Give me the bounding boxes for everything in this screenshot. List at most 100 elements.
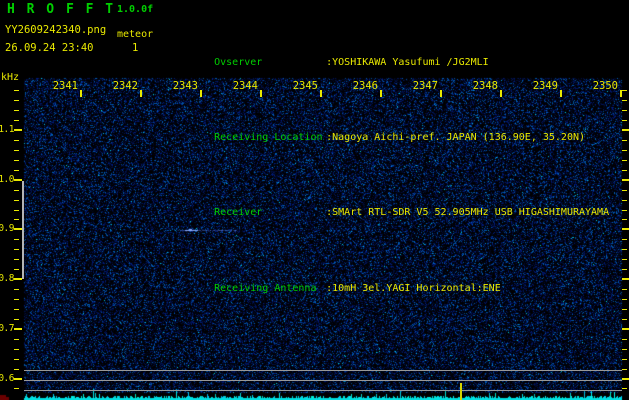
y-minor-tick-right <box>622 269 627 271</box>
x-tick <box>380 90 382 97</box>
y-minor-tick-right <box>622 259 627 261</box>
y-minor-tick-right <box>622 209 627 211</box>
level-reference-line-upper <box>24 370 622 371</box>
station-label: Receiving Location <box>214 132 323 143</box>
y-minor-tick-right <box>622 348 627 350</box>
y-minor-tick-left <box>14 249 19 251</box>
x-tick-label: 2347 <box>412 80 438 92</box>
station-label: Ovserver <box>214 56 263 68</box>
y-minor-tick-right <box>622 219 627 221</box>
y-minor-tick-left <box>14 110 19 112</box>
x-tick <box>140 90 142 97</box>
y-minor-tick-left <box>14 239 19 241</box>
y-major-tick-left <box>14 377 22 380</box>
y-major-tick-left <box>14 129 22 131</box>
x-tick <box>80 90 82 97</box>
y-minor-tick-right <box>622 249 627 251</box>
y-minor-tick-right <box>622 388 627 390</box>
y-minor-tick-right <box>622 298 627 300</box>
level-reference-line-lower <box>24 390 622 391</box>
y-tick-label: 0.7 <box>0 322 14 334</box>
y-minor-tick-left <box>14 368 19 370</box>
y-minor-tick-left <box>14 219 19 221</box>
y-tick-label: 1.1 <box>0 124 14 135</box>
y-minor-tick-left <box>14 100 19 102</box>
x-tick <box>320 90 322 97</box>
y-minor-tick-right <box>622 139 627 141</box>
station-row-receiver: Receiver :SMArt RTL-SDR V5 52.905MHz USB … <box>178 193 609 233</box>
y-minor-tick-left <box>14 388 19 390</box>
y-minor-tick-right <box>622 289 627 291</box>
y-minor-tick-left <box>14 358 19 360</box>
event-marker <box>460 383 462 400</box>
y-minor-tick-right <box>622 338 627 340</box>
app-title: H R O F F T <box>7 2 116 17</box>
y-minor-tick-left <box>14 199 19 201</box>
y-minor-tick-right <box>622 159 627 161</box>
y-tick-label: 1.0 <box>0 173 14 185</box>
level-reference-line-middle <box>24 380 622 381</box>
y-minor-tick-left <box>14 338 19 340</box>
x-tick <box>200 90 202 97</box>
y-minor-tick-right <box>622 149 627 151</box>
y-minor-tick-right <box>622 318 627 320</box>
y-major-tick-right <box>622 377 629 380</box>
x-tick <box>500 90 502 97</box>
y-major-tick-left <box>14 178 22 181</box>
y-minor-tick-left <box>14 289 19 291</box>
y-minor-tick-right <box>622 189 627 191</box>
y-major-tick-left <box>14 278 22 281</box>
y-minor-tick-left <box>14 308 19 310</box>
y-minor-tick-right <box>622 110 627 112</box>
station-row-antenna: Receiving Antenna:10mH 3el.YAGI Horizont… <box>178 268 609 308</box>
output-filename: YY2609242340.png <box>5 24 107 36</box>
freq-axis-unit: kHz <box>1 72 20 83</box>
x-tick-label: 2342 <box>112 80 138 92</box>
y-minor-tick-right <box>622 90 627 92</box>
y-major-tick-right <box>622 278 629 281</box>
station-row-observer: Ovserver :YOSHIKAWA Yasufumi /JG2MLI <box>178 42 609 82</box>
y-minor-tick-left <box>14 189 19 191</box>
y-minor-tick-left <box>14 259 19 261</box>
station-label: Receiver <box>214 207 263 219</box>
station-value: :YOSHIKAWA Yasufumi /JG2MLI <box>326 56 489 68</box>
x-tick-label: 2348 <box>472 80 498 92</box>
hrofft-window: H R O F F T 1.0.0f YY2609242340.png mete… <box>0 0 629 400</box>
x-tick-label: 2344 <box>232 80 258 92</box>
y-major-tick-right <box>622 129 629 131</box>
y-minor-tick-right <box>622 199 627 201</box>
x-tick <box>440 90 442 97</box>
x-tick <box>560 90 562 97</box>
calibration-bar <box>22 181 24 279</box>
y-minor-tick-left <box>14 169 19 171</box>
app-version: 1.0.0f <box>117 4 154 15</box>
x-tick-label: 2346 <box>352 80 378 92</box>
y-minor-tick-right <box>622 358 627 360</box>
y-minor-tick-left <box>14 269 19 271</box>
x-tick <box>260 90 262 97</box>
x-tick-label: 2349 <box>532 80 558 92</box>
y-tick-label: 0.8 <box>0 273 14 285</box>
y-tick-label: 0.6 <box>0 372 14 384</box>
x-tick-label: 2350 <box>592 80 618 92</box>
y-minor-tick-right <box>622 368 627 370</box>
x-tick <box>620 90 622 97</box>
y-major-tick-right <box>622 178 629 181</box>
station-value: :Nagoya Aichi-pref. JAPAN (136.90E, 35.2… <box>326 132 586 143</box>
station-value: :SMArt RTL-SDR V5 52.905MHz USB HIGASHIM… <box>326 207 610 219</box>
y-major-tick-right <box>622 327 629 330</box>
station-info: Ovserver :YOSHIKAWA Yasufumi /JG2MLI Rece… <box>178 7 609 344</box>
station-value: :10mH 3el.YAGI Horizontal:ENE <box>326 282 501 294</box>
y-minor-tick-left <box>14 139 19 141</box>
y-minor-tick-left <box>14 209 19 211</box>
y-minor-tick-right <box>622 100 627 102</box>
y-tick-label: 0.9 <box>0 223 14 235</box>
y-minor-tick-left <box>14 318 19 320</box>
y-minor-tick-left <box>14 159 19 161</box>
y-major-tick-left <box>14 228 22 231</box>
y-minor-tick-left <box>14 298 19 300</box>
y-minor-tick-left <box>14 149 19 151</box>
meteor-count: 1 <box>132 42 139 54</box>
y-minor-tick-right <box>622 239 627 241</box>
y-minor-tick-right <box>622 308 627 310</box>
